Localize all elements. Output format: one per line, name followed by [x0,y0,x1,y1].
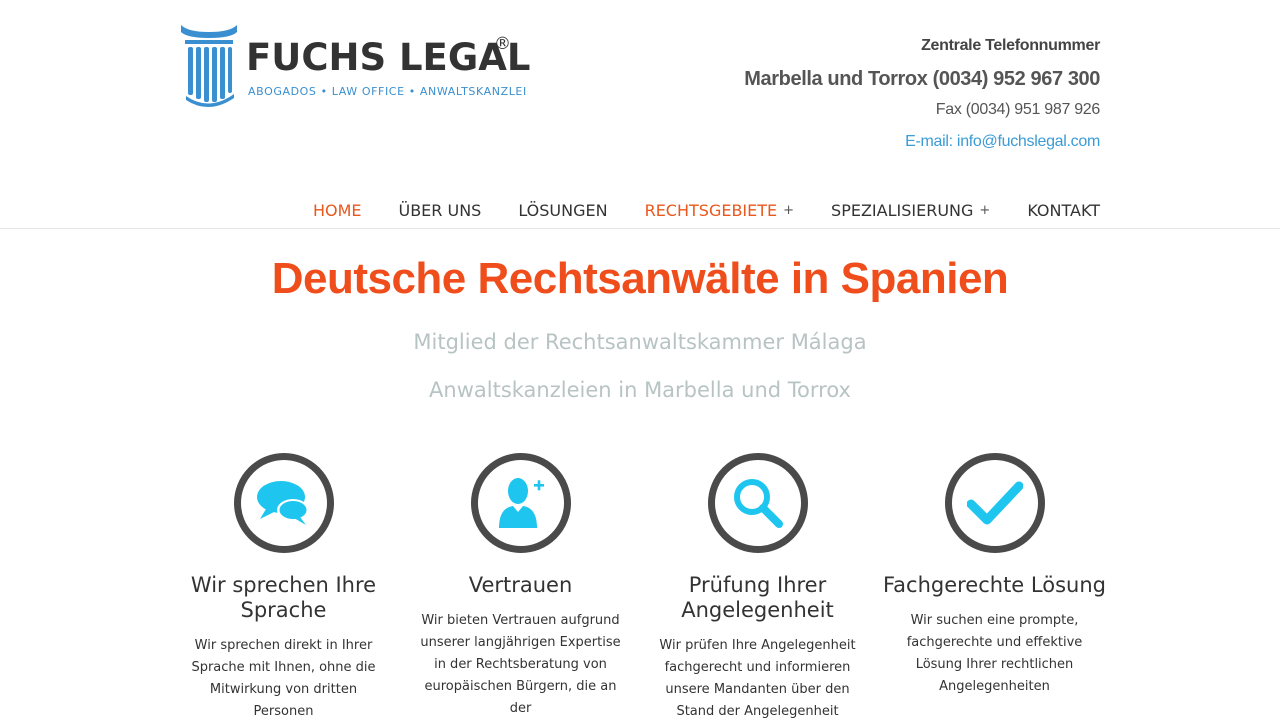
nav-ueber-uns-label: ÜBER UNS [398,200,482,220]
nav-kontakt[interactable]: KONTAKT [1027,201,1100,220]
feature-card-vertrauen: Vertrauen Wir bieten Vertrauen aufgrund … [402,453,639,720]
nav-rechtsgebiete-label: RECHTSGEBIETE [644,200,778,220]
checkmark-icon [966,481,1023,525]
site-logo[interactable]: FUCHS LEGAL ® ABOGADOS • LAW OFFICE • AN… [178,22,530,112]
hero-title: Deutsche Rechtsanwälte in Spanien [271,254,1009,303]
chat-bubbles-icon [256,481,309,525]
feature-text: Wir sprechen direkt in Ihrer Sprache mit… [191,638,376,719]
nav-spezialisierung[interactable]: SPEZIALISIERUNG + [831,201,990,220]
nav-ueber-uns[interactable]: ÜBER UNS [398,201,481,220]
feature-text: Wir suchen eine prompte, fachgerechte un… [906,613,1083,694]
magnifier-icon [733,479,783,528]
feature-title: Fachgerechte Lösung [883,573,1106,597]
feature-text: Wir bieten Vertrauen aufgrund unserer la… [420,613,621,716]
feature-text: Wir prüfen Ihre Angelegenheit fachgerech… [659,638,856,719]
feature-title: Prüfung Ihrer Angelegenheit [681,573,834,622]
features-section: Wir sprechen Ihre Sprache Wir sprechen d… [165,453,1115,720]
registered-mark: ® [494,34,511,54]
site-header: FUCHS LEGAL ® ABOGADOS • LAW OFFICE • AN… [0,0,1280,228]
nav-home[interactable]: HOME [313,201,362,220]
hero-subtitle-1: Mitglied der Rechtsanwaltskammer Málaga [413,330,867,354]
feature-title: Wir sprechen Ihre Sprache [190,573,377,622]
phone-number[interactable]: Marbella und Torrox (0034) 952 967 300 [744,66,1100,92]
feature-icon-ring [944,453,1045,553]
hero-subtitle-2: Anwaltskanzleien in Marbella und Torrox [429,378,851,402]
submenu-plus-icon[interactable]: + [979,203,990,218]
header-divider [0,228,1280,229]
nav-home-label: HOME [312,200,362,220]
feature-card-loesung: Fachgerechte Lösung Wir suchen eine prom… [876,453,1113,698]
column-logo-icon [181,25,237,108]
fax-number: Fax (0034) 951 987 926 [935,101,1101,118]
feature-card-pruefung: Prüfung Ihrer Angelegenheit Wir prüfen I… [639,453,876,723]
nav-spezialisierung-label: SPEZIALISIERUNG [831,200,974,220]
nav-kontakt-label: KONTAKT [1027,200,1100,220]
nav-loesungen[interactable]: LÖSUNGEN [518,201,607,220]
email-link[interactable]: E-mail: info@fuchslegal.com [744,131,1100,153]
logo-tagline: ABOGADOS • LAW OFFICE • ANWALTSKANZLEI [248,85,527,98]
user-add-icon [498,478,544,528]
feature-icon-ring [707,453,808,553]
feature-title: Vertrauen [468,573,573,597]
main-nav: HOME ÜBER UNS LÖSUNGEN RECHTSGEBIETE + SP… [276,196,1100,224]
nav-loesungen-label: LÖSUNGEN [518,200,608,220]
phone-label: Zentrale Telefonnummer [921,37,1100,54]
logo-wordmark: FUCHS LEGAL [246,36,531,79]
contact-info: Zentrale Telefonnummer Marbella und Torr… [744,35,1100,153]
feature-icon-ring [470,453,571,553]
feature-card-sprache: Wir sprechen Ihre Sprache Wir sprechen d… [165,453,402,723]
nav-rechtsgebiete[interactable]: RECHTSGEBIETE + [645,201,794,220]
feature-icon-ring [233,453,334,553]
submenu-plus-icon[interactable]: + [783,203,794,218]
